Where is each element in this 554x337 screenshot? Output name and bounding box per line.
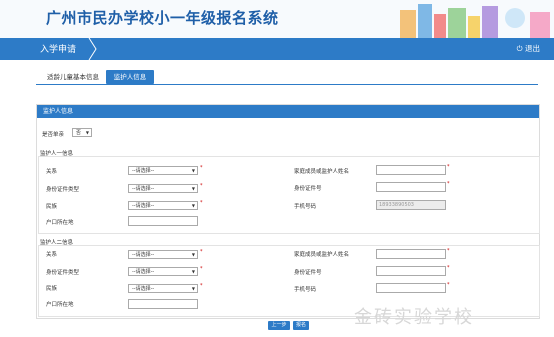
guardian2-phone-label: 手机号码 <box>294 287 317 293</box>
guardian1-idtype-label: 身份证件类型 <box>46 187 80 193</box>
guardian1-ethnic-select[interactable]: --请选择-- ▼ <box>128 201 198 210</box>
dropdown-arrow-icon: ▼ <box>85 130 89 135</box>
required-mark: * <box>200 183 203 189</box>
required-mark: * <box>447 265 450 271</box>
dropdown-arrow-icon: ▼ <box>191 203 195 208</box>
guardian2-idno-input[interactable] <box>376 266 446 276</box>
guardian2-phone-input[interactable] <box>376 283 446 293</box>
dropdown-arrow-icon: ▼ <box>191 252 195 257</box>
guardian2-hukou-label: 户口所在地 <box>46 302 74 308</box>
guardian1-hukou-input[interactable] <box>128 216 198 226</box>
required-mark: * <box>200 200 203 206</box>
app-title: 广州市民办学校小一年级报名系统 <box>46 9 279 27</box>
required-mark: * <box>447 282 450 288</box>
power-icon: ⏻ <box>516 44 525 53</box>
required-mark: * <box>447 248 450 254</box>
guardian2-idtype-label: 身份证件类型 <box>46 270 80 276</box>
guardian2-hukou-input[interactable] <box>128 299 198 309</box>
prev-step-button[interactable]: 上一步 <box>268 321 290 330</box>
guardian2-relation-select[interactable]: --请选择-- ▼ <box>128 250 198 259</box>
submit-button[interactable]: 报名 <box>293 321 309 330</box>
guardian2-ethnic-label: 民族 <box>46 286 58 292</box>
guardian2-ethnic-value: --请选择-- <box>132 286 155 292</box>
required-mark: * <box>447 164 450 170</box>
watermark: 金砖实验学校 <box>354 307 474 328</box>
guardian1-idno-input[interactable] <box>376 182 446 192</box>
tab-guardian-info[interactable]: 监护人信息 <box>106 70 154 84</box>
guardian2-relation-value: --请选择-- <box>132 252 155 258</box>
guardian1-idno-label: 身份证件号 <box>294 186 322 192</box>
guardian1-idtype-select[interactable]: --请选择-- ▼ <box>128 184 198 193</box>
dropdown-arrow-icon: ▼ <box>191 168 195 173</box>
logout-label: 退出 <box>525 44 540 53</box>
breadcrumb[interactable]: 入学申请 <box>40 42 76 55</box>
guardian2-idtype-select[interactable]: --请选择-- ▼ <box>128 267 198 276</box>
guardian2-relation-label: 关系 <box>46 252 58 258</box>
single-parent-label: 是否单亲 <box>42 132 65 138</box>
guardian1-idtype-value: --请选择-- <box>132 186 155 192</box>
logout-button[interactable]: ⏻ 退出 <box>517 43 540 54</box>
guardian1-relation-select[interactable]: --请选择-- ▼ <box>128 166 198 175</box>
required-mark: * <box>200 165 203 171</box>
panel-header: 监护人信息 <box>37 105 539 118</box>
guardian1-hukou-label: 户口所在地 <box>46 220 74 226</box>
chevron-right-icon <box>88 38 97 60</box>
guardian1-section <box>38 156 540 234</box>
single-parent-value: 否 <box>76 130 82 136</box>
single-parent-select[interactable]: 否 ▼ <box>72 128 92 137</box>
guardian1-phone-input: 18933890503 <box>376 200 446 210</box>
guardian1-phone-label: 手机号码 <box>294 204 317 210</box>
guardian2-idno-label: 身份证件号 <box>294 270 322 276</box>
panel-title: 监护人信息 <box>43 108 74 115</box>
tab-child-info[interactable]: 适龄儿童基本信息 <box>40 70 106 84</box>
guardian2-name-input[interactable] <box>376 249 446 259</box>
required-mark: * <box>200 249 203 255</box>
guardian2-ethnic-select[interactable]: --请选择-- ▼ <box>128 284 198 293</box>
guardian1-relation-label: 关系 <box>46 169 58 175</box>
guardian1-ethnic-label: 民族 <box>46 204 58 210</box>
guardian1-name-label: 家庭成员或监护人姓名 <box>294 169 350 175</box>
guardian1-relation-value: --请选择-- <box>132 168 155 174</box>
guardian2-idtype-value: --请选择-- <box>132 269 155 275</box>
required-mark: * <box>200 266 203 272</box>
dropdown-arrow-icon: ▼ <box>191 269 195 274</box>
required-mark: * <box>200 283 203 289</box>
guardian1-name-input[interactable] <box>376 165 446 175</box>
tab-divider <box>36 84 538 85</box>
app-header: 广州市民办学校小一年级报名系统 <box>0 0 554 38</box>
required-mark: * <box>447 181 450 187</box>
dropdown-arrow-icon: ▼ <box>191 286 195 291</box>
guardian2-name-label: 家庭成员或监护人姓名 <box>294 252 350 258</box>
top-navbar: 入学申请 ⏻ 退出 <box>0 38 554 60</box>
header-decoration <box>400 4 550 38</box>
dropdown-arrow-icon: ▼ <box>191 186 195 191</box>
guardian1-ethnic-value: --请选择-- <box>132 203 155 209</box>
